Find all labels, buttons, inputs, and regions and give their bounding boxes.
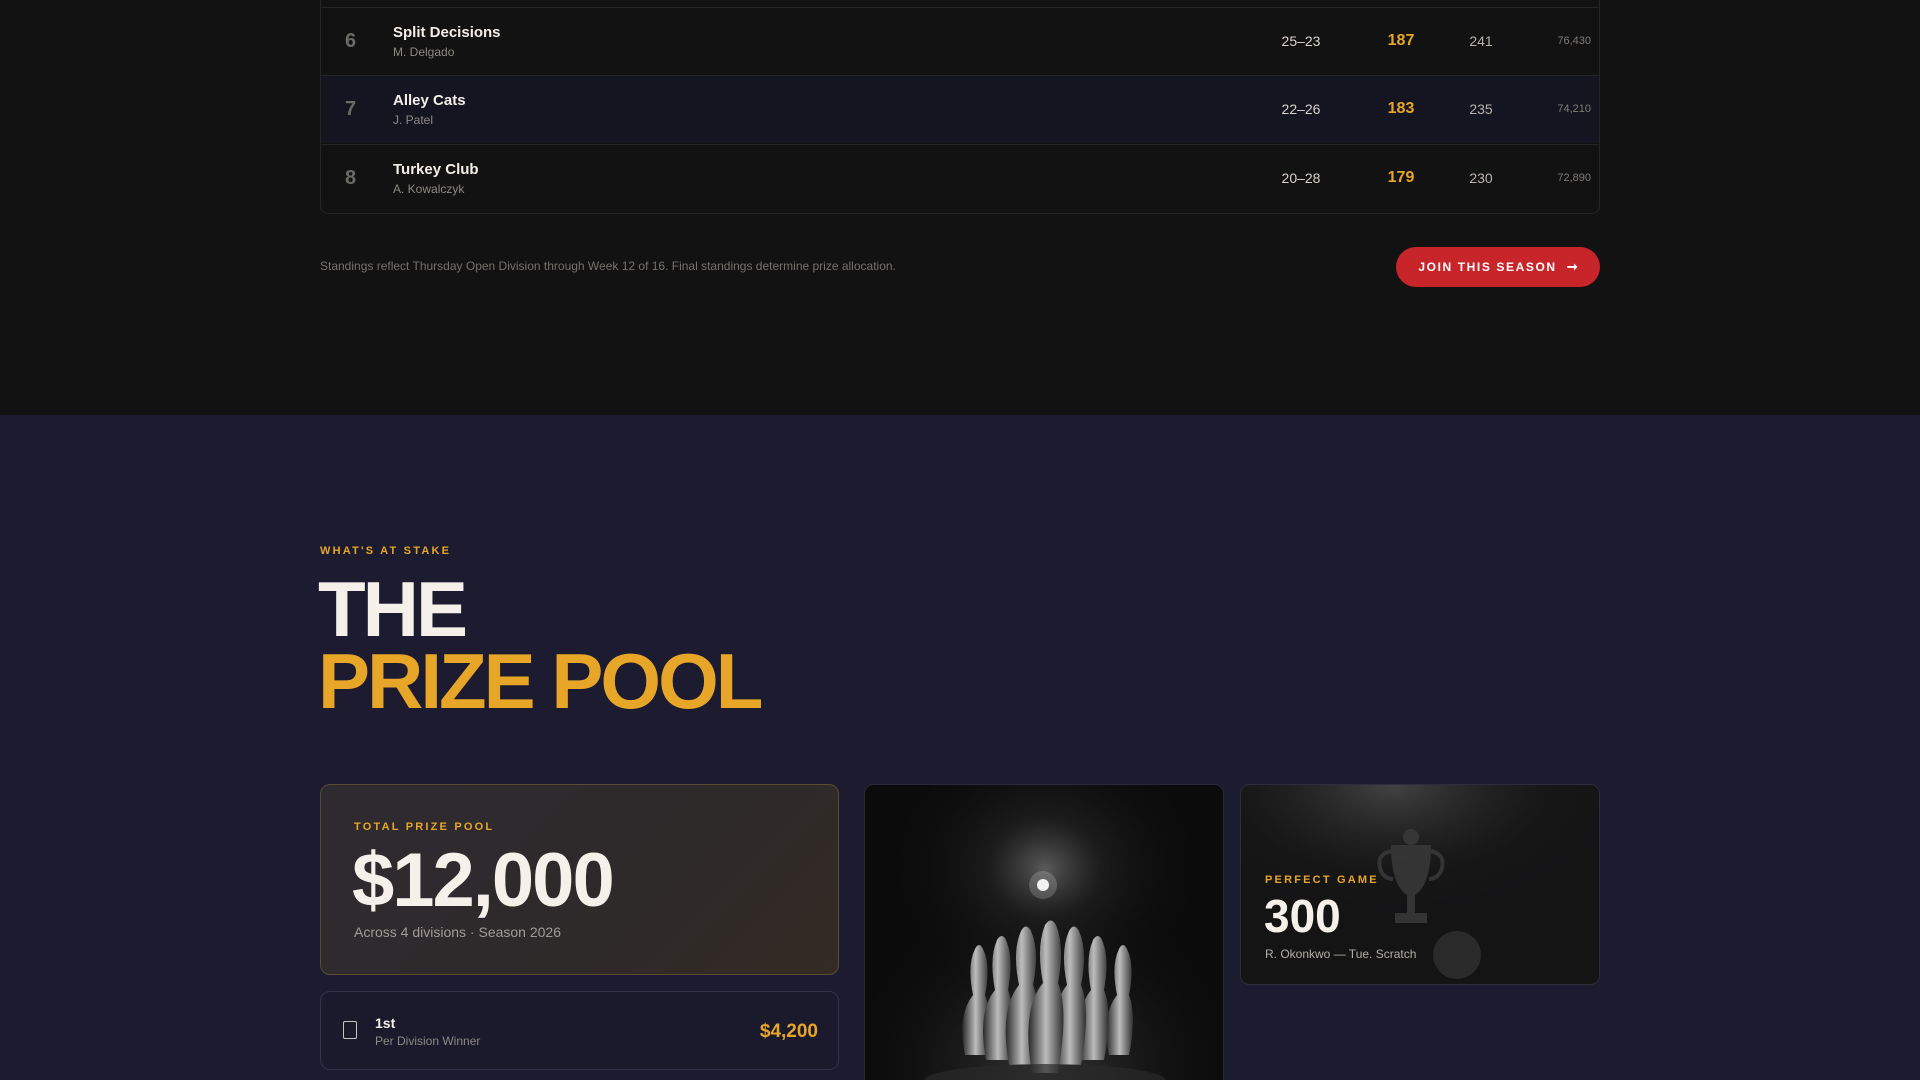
team-rank: 8 (345, 167, 357, 189)
team-average: 187 (1387, 32, 1415, 49)
perfect-game-holder: R. Okonkwo — Tue. Scratch (1265, 947, 1417, 961)
team-total-pins: 72,890 (1557, 172, 1591, 184)
perfect-game-card: PERFECT GAME 300 R. Okonkwo — Tue. Scrat… (1240, 784, 1600, 985)
arrow-right-icon: ➞ (1566, 259, 1578, 274)
standings-table: 6 Split Decisions M. Delgado 25–23 187 2… (320, 0, 1600, 214)
total-prize-card: TOTAL PRIZE POOL $12,000 Across 4 divisi… (320, 784, 839, 975)
team-captain: M. Delgado (393, 45, 455, 59)
team-name: Turkey Club (393, 161, 479, 178)
table-row[interactable]: 6 Split Decisions M. Delgado 25–23 187 2… (321, 7, 1599, 75)
standings-section: 6 Split Decisions M. Delgado 25–23 187 2… (0, 0, 1920, 415)
table-row[interactable]: 7 Alley Cats J. Patel 22–26 183 235 74,2… (321, 75, 1599, 143)
team-high-game: 230 (1469, 170, 1493, 186)
team-rank: 7 (345, 98, 357, 120)
team-captain: A. Kowalczyk (393, 182, 465, 196)
prize-place-description: Per Division Winner (375, 1034, 481, 1048)
team-record: 25–23 (1281, 33, 1321, 49)
team-total-pins: 74,210 (1557, 103, 1591, 115)
table-row[interactable]: 8 Turkey Club A. Kowalczyk 20–28 179 230… (321, 144, 1599, 212)
standings-footnote: Standings reflect Thursday Open Division… (320, 259, 896, 273)
prize-place: 1st (375, 1015, 396, 1031)
team-high-game: 241 (1469, 33, 1493, 49)
join-season-button[interactable]: JOIN THIS SEASON ➞ (1396, 247, 1600, 287)
team-name: Split Decisions (393, 24, 501, 41)
headline-line-2: PRIZE POOL (318, 637, 763, 725)
total-prize-label: TOTAL PRIZE POOL (354, 821, 495, 833)
join-season-label: JOIN THIS SEASON (1418, 260, 1557, 274)
team-average: 183 (1387, 100, 1415, 117)
prize-place-card: 1st Per Division Winner $4,200 (320, 991, 839, 1070)
prize-place-amount: $4,200 (759, 1021, 818, 1042)
team-name: Alley Cats (393, 92, 466, 109)
perfect-game-label: PERFECT GAME (1265, 874, 1379, 886)
perfect-game-score: 300 (1264, 890, 1341, 942)
section-headline: THE PRIZE POOL (318, 565, 763, 725)
team-high-game: 235 (1469, 101, 1493, 117)
team-average: 179 (1387, 169, 1415, 186)
bowling-pins-illustration (865, 785, 1223, 1080)
team-record: 20–28 (1281, 170, 1321, 186)
team-total-pins: 76,430 (1557, 35, 1591, 47)
team-captain: J. Patel (393, 113, 434, 127)
section-eyebrow: WHAT'S AT STAKE (320, 545, 452, 557)
headline-line-1: THE (318, 565, 468, 653)
trophy-icon (343, 1021, 357, 1039)
bowling-pins-photo (864, 784, 1224, 1080)
total-prize-amount: $12,000 (352, 838, 615, 923)
total-prize-subtitle: Across 4 divisions · Season 2026 (354, 924, 561, 940)
prize-pool-section: WHAT'S AT STAKE THE PRIZE POOL TOTAL PRI… (0, 415, 1920, 1080)
team-rank: 6 (345, 30, 357, 52)
team-record: 22–26 (1281, 101, 1321, 117)
